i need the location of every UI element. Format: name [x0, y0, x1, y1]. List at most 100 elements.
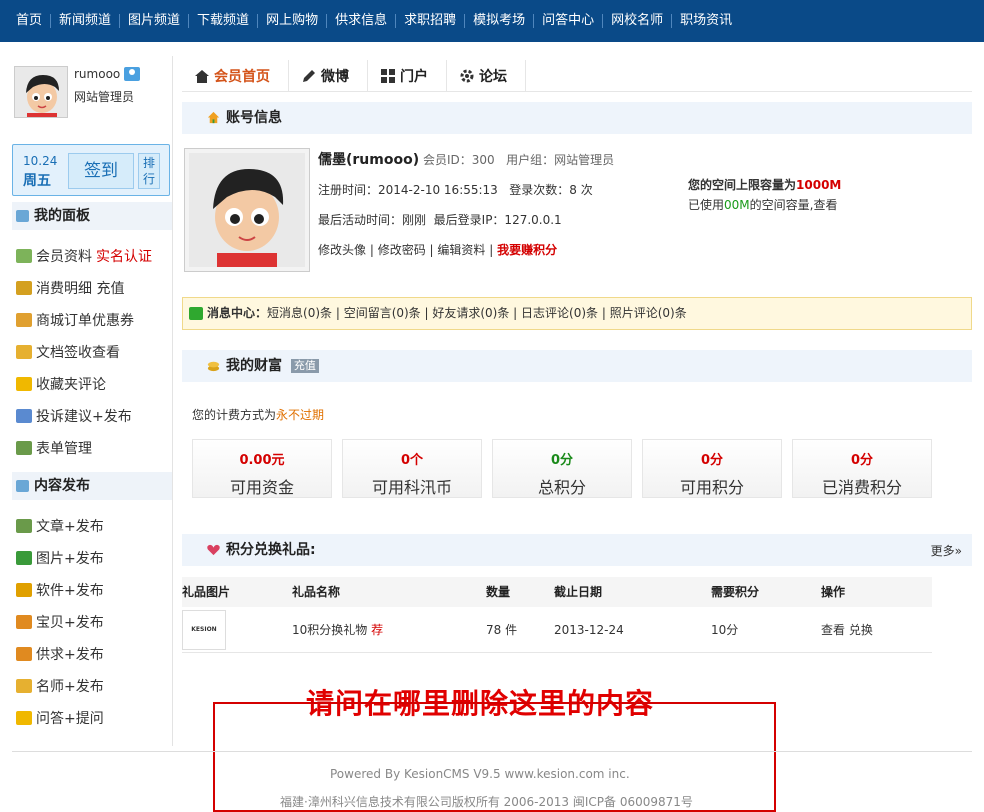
- topnav-link[interactable]: 下载频道: [188, 14, 257, 28]
- edit-profile-link[interactable]: 编辑资料: [437, 243, 485, 257]
- gift-points: 10分: [711, 623, 739, 637]
- stat-value: 0分: [850, 453, 874, 468]
- tab-home[interactable]: 会员首页: [182, 60, 289, 92]
- order-icon: [16, 313, 32, 327]
- message-link[interactable]: 日志评论(0)条: [521, 306, 598, 320]
- stat-value: 0.00元: [239, 453, 285, 468]
- wealth-stat: 0分 可用积分: [642, 439, 782, 498]
- sidebar-item[interactable]: 宝贝+发布: [16, 606, 176, 638]
- table-row: KESION 10积分换礼物 荐 78 件 2013-12-24 10分 查看 兑换: [182, 607, 932, 653]
- message-link[interactable]: 好友请求(0)条: [432, 306, 509, 320]
- sidebar-item[interactable]: 商城订单优惠券: [16, 304, 176, 336]
- sidebar-item[interactable]: 收藏夹评论: [16, 368, 176, 400]
- rank-button[interactable]: 排行: [138, 153, 160, 189]
- topnav-link[interactable]: 问答中心: [533, 14, 602, 28]
- footer-copyright: 福建·漳州科兴信息技术有限公司版权所有 2006-2013 闽ICP备 0600…: [280, 795, 693, 809]
- real-name-auth-link[interactable]: 实名认证: [96, 246, 152, 266]
- sidebar-item[interactable]: 名师+发布: [16, 670, 176, 702]
- sidebar-item[interactable]: 图片+发布: [16, 542, 176, 574]
- wealth-stat: 0个 可用科汛币: [342, 439, 482, 498]
- gift-image-cell: KESION: [182, 607, 292, 652]
- sidebar-item[interactable]: 软件+发布: [16, 574, 176, 606]
- gift-deadline: 2013-12-24: [554, 623, 624, 637]
- sidebar-item[interactable]: 会员资料 实名认证: [16, 240, 176, 272]
- tab-grid[interactable]: 门户: [368, 60, 447, 92]
- tab-gear[interactable]: 论坛: [447, 60, 526, 92]
- gift-actions: 查看 兑换: [821, 607, 932, 652]
- billing-method: 您的计费方式为永不过期: [192, 408, 325, 422]
- profile-avatar[interactable]: [184, 148, 310, 272]
- sidebar-item[interactable]: 供求+发布: [16, 638, 176, 670]
- view-link[interactable]: 查看: [821, 623, 845, 637]
- sidebar-item[interactable]: 文档签收查看: [16, 336, 176, 368]
- topnav-link[interactable]: 求职招聘: [395, 14, 464, 28]
- content-menu: 文章+发布图片+发布软件+发布 宝贝+发布供求+发布名师+发布 问答+提问: [16, 510, 176, 734]
- sidebar-item[interactable]: 问答+提问: [16, 702, 176, 734]
- account-details: 儒墨(rumooo) 会员ID：300 用户组：网站管理员 注册时间：2014-…: [318, 152, 615, 257]
- topnav-link[interactable]: 供求信息: [326, 14, 395, 28]
- avatar-image: [15, 67, 67, 117]
- topnav-link[interactable]: 新闻频道: [50, 14, 119, 28]
- tab-label: 门户: [400, 69, 428, 85]
- message-link[interactable]: 空间留言(0)条: [344, 306, 421, 320]
- gift-exchange-header: 积分兑换礼品:: [182, 534, 972, 566]
- content-icon: [16, 480, 29, 492]
- stat-value: 0个: [400, 453, 424, 468]
- earn-points-link[interactable]: 我要赚积分: [497, 243, 557, 257]
- footer-divider: [12, 751, 972, 752]
- sidebar-item-label: 供求+发布: [36, 647, 104, 663]
- sidebar-item[interactable]: 文章+发布: [16, 510, 176, 542]
- column-header: 截止日期: [554, 585, 603, 599]
- left-sidebar: rumooo 网站管理员 10.24 周五 签到 排行 我的面板 会员资料 实名认…: [12, 56, 173, 746]
- exchange-link[interactable]: 兑换: [849, 623, 873, 637]
- rank-char: 排: [142, 156, 155, 170]
- space-usage: 您的空间上限容量为1000M 已使用00M的空间容量,查看: [688, 178, 842, 212]
- topnav-link[interactable]: 首页: [8, 14, 50, 28]
- sidebar-item[interactable]: 消费明细 充值: [16, 272, 176, 304]
- login-count: 登录次数：8 次: [509, 183, 593, 197]
- column-header: 需要积分: [711, 585, 760, 599]
- document-icon: [16, 409, 32, 423]
- tab-pencil[interactable]: 微博: [289, 60, 368, 92]
- topnav-link[interactable]: 网上购物: [257, 14, 326, 28]
- gift-name-link[interactable]: 10积分换礼物: [292, 623, 367, 637]
- account-info-header: 账号信息: [182, 102, 972, 134]
- separator: |: [420, 306, 433, 320]
- change-password-link[interactable]: 修改密码: [378, 243, 426, 257]
- column-header: 操作: [821, 585, 846, 599]
- main-tabs: 会员首页 微博 门户 论坛: [182, 60, 972, 92]
- sidebar-item[interactable]: 投诉建议+发布: [16, 400, 176, 432]
- more-gifts-link[interactable]: 更多»: [931, 542, 962, 559]
- change-avatar-link[interactable]: 修改头像: [318, 243, 366, 257]
- panel-menu: 会员资料 实名认证 消费明细 充值 商城订单优惠券 文档签收查看收藏夹评论投诉建议+发布…: [16, 240, 176, 464]
- topnav-link[interactable]: 模拟考场: [464, 14, 533, 28]
- username[interactable]: rumooo: [74, 67, 141, 81]
- gift-thumbnail[interactable]: KESION: [182, 610, 226, 650]
- heart-icon: [207, 544, 220, 556]
- topnav-link[interactable]: 图片频道: [119, 14, 188, 28]
- sidebar-item[interactable]: 表单管理: [16, 432, 176, 464]
- sidebar-item-label: 收藏夹评论: [36, 377, 106, 393]
- gift-table: 礼品图片 礼品名称 数量 截止日期 需要积分 操作 KESION 10积分换礼物 荐 78 件…: [182, 577, 932, 653]
- stat-value: 0分: [700, 453, 724, 468]
- stat-label: 总积分: [537, 478, 586, 497]
- edit-form-icon: [16, 441, 32, 455]
- topnav-link[interactable]: 职场资讯: [671, 14, 740, 28]
- gear-icon: [460, 69, 474, 83]
- avatar[interactable]: [14, 66, 68, 118]
- display-name: 儒墨(rumooo): [318, 152, 420, 168]
- separator: |: [509, 306, 522, 320]
- sign-in-button[interactable]: 签到: [68, 153, 134, 189]
- recharge-button[interactable]: 充值: [290, 359, 319, 373]
- message-link[interactable]: 照片评论(0)条: [610, 306, 687, 320]
- topnav-link[interactable]: 网校名师: [602, 14, 671, 28]
- panel-section-title: 我的面板: [12, 202, 172, 230]
- message-link[interactable]: 短消息(0)条: [267, 306, 332, 320]
- speaker-icon: [189, 307, 203, 320]
- recommend-tag: 荐: [371, 623, 384, 637]
- sidebar-item-label: 图片+发布: [36, 551, 104, 567]
- tab-label: 会员首页: [214, 69, 270, 85]
- folder-icon: [16, 345, 32, 359]
- pencil-icon: [303, 70, 315, 82]
- stat-label: 已消费积分: [821, 478, 902, 497]
